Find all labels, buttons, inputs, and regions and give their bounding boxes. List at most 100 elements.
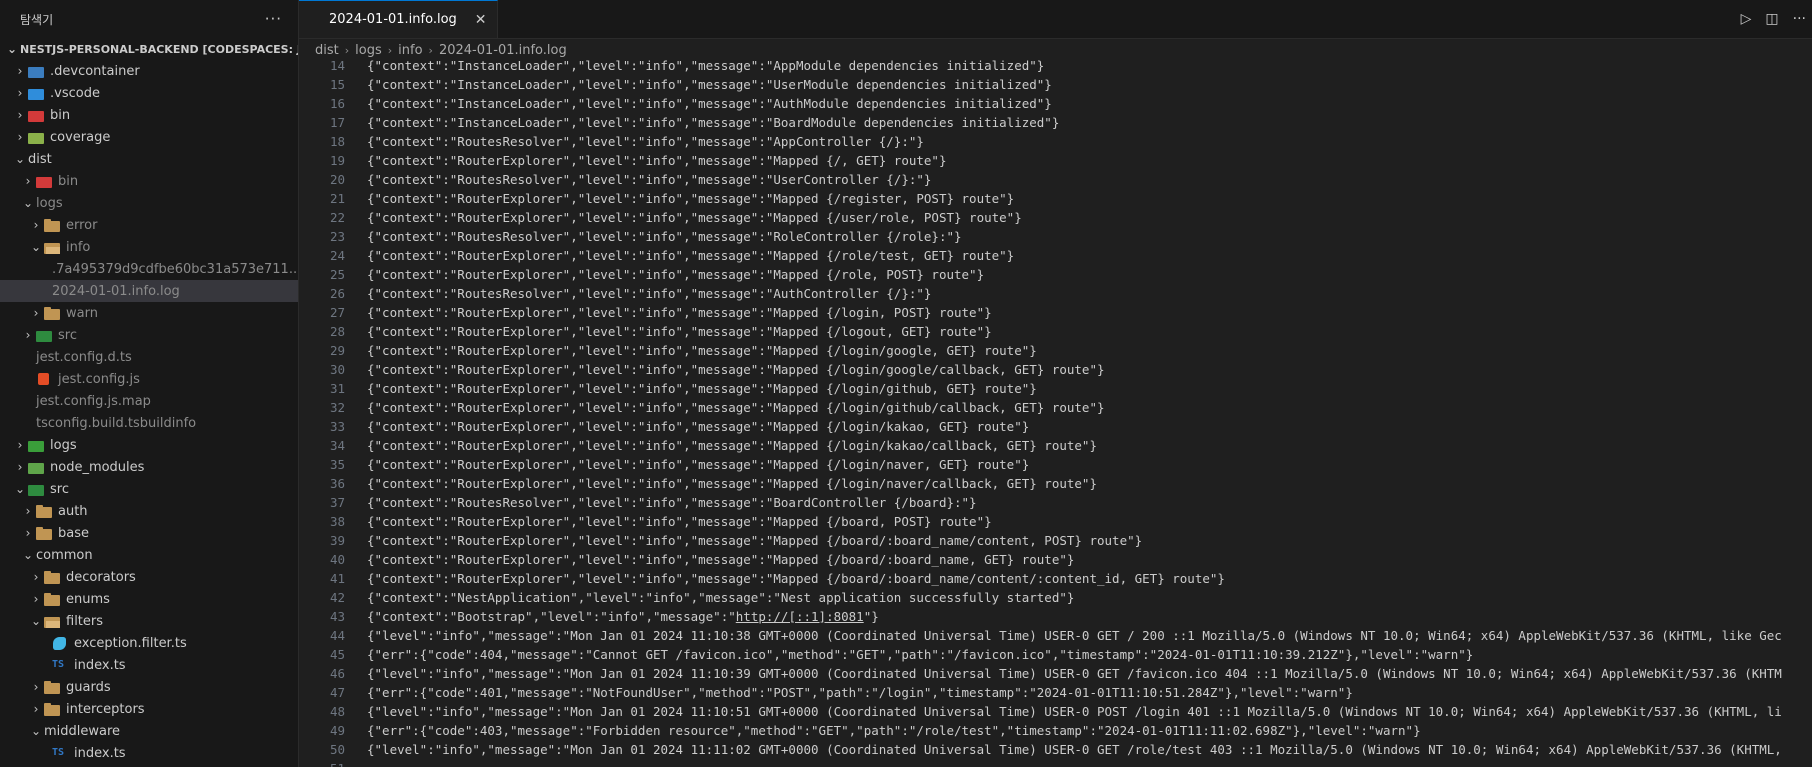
line-text: {"context":"RouterExplorer","level":"inf…	[345, 550, 1074, 569]
project-root[interactable]: ⌄ NESTJS-PERSONAL-BACKEND [CODESPACES: J…	[0, 38, 298, 60]
code-line: 20 {"context":"RoutesResolver","level":"i…	[299, 170, 1812, 189]
ts-file-icon: TS	[52, 747, 65, 758]
line-text: {"context":"RouterExplorer","level":"inf…	[345, 417, 1029, 436]
line-number: 48	[329, 704, 345, 719]
tree-item[interactable]: › auth	[0, 500, 298, 522]
folder-icon	[44, 306, 60, 320]
tree-item[interactable]: › bin	[0, 104, 298, 126]
code-line: 50 {"level":"info","message":"Mon Jan 01 …	[299, 740, 1812, 759]
line-text-part: {"context":"NestApplication","level":"in…	[367, 590, 1075, 605]
split-editor-icon[interactable]: ◫	[1765, 11, 1778, 27]
tree-item[interactable]: ⌄ middleware	[0, 720, 298, 742]
tree-item-label: info	[66, 239, 91, 255]
line-number: 39	[329, 533, 345, 548]
tree-item[interactable]: › decorators	[0, 566, 298, 588]
tree-item[interactable]: ⌄ common	[0, 544, 298, 566]
line-number: 21	[329, 191, 345, 206]
line-text-part: {"context":"RoutesResolver","level":"inf…	[367, 134, 924, 149]
tree-item[interactable]: › warn	[0, 302, 298, 324]
tree-item[interactable]: › interceptors	[0, 698, 298, 720]
tree-item[interactable]: ⌄ filters	[0, 610, 298, 632]
chevron-right-icon: ›	[33, 570, 39, 584]
line-number: 32	[329, 400, 345, 415]
tree-item[interactable]: › error	[0, 214, 298, 236]
tree-item[interactable]: TS index.ts	[0, 654, 298, 676]
tree-item-label: enums	[66, 591, 110, 607]
run-icon[interactable]: ▷	[1741, 11, 1752, 27]
tree-item-label: filters	[66, 613, 104, 629]
chevron-down-icon: ⌄	[14, 152, 26, 166]
tree-item[interactable]: jest.config.d.ts	[0, 346, 298, 368]
line-text: {"context":"Bootstrap","level":"info","m…	[345, 607, 879, 626]
tree-item[interactable]: jest.config.js	[0, 368, 298, 390]
chevron-right-icon: ›	[33, 702, 39, 716]
tree-item-label: src	[58, 327, 77, 343]
editor-area: 2024-01-01.info.log ✕ ▷ ◫ ··· dist › log…	[299, 0, 1812, 767]
vsc-icon	[28, 86, 44, 100]
tree-item-label: .devcontainer	[50, 63, 140, 79]
tree-item[interactable]: tsconfig.build.tsbuildinfo	[0, 412, 298, 434]
chevron-right-icon: ›	[25, 526, 31, 540]
tree-item[interactable]: ⌄ logs	[0, 192, 298, 214]
chevron-right-icon: ›	[25, 328, 31, 342]
line-number: 46	[329, 666, 345, 681]
tree-item[interactable]: › node_modules	[0, 456, 298, 478]
more-actions-icon[interactable]: ···	[265, 10, 282, 28]
chevron-right-icon: ›	[17, 130, 23, 144]
tree-item[interactable]: jest.config.js.map	[0, 390, 298, 412]
line-number: 42	[329, 590, 345, 605]
code-line: 16 {"context":"InstanceLoader","level":"i…	[299, 94, 1812, 113]
line-text: {"context":"RouterExplorer","level":"inf…	[345, 341, 1037, 360]
line-text-part: {"context":"RoutesResolver","level":"inf…	[367, 172, 932, 187]
tree-item[interactable]: › guards	[0, 676, 298, 698]
line-text-part: {"context":"RouterExplorer","level":"inf…	[367, 438, 1097, 453]
line-text-part: {"context":"RouterExplorer","level":"inf…	[367, 153, 947, 168]
chevron-right-icon: ›	[17, 108, 23, 122]
tree-item[interactable]: ⌄ dist	[0, 148, 298, 170]
tree-item[interactable]: › .devcontainer	[0, 60, 298, 82]
tree-item[interactable]: ⌄ info	[0, 236, 298, 258]
code-line: 41 {"context":"RouterExplorer","level":"i…	[299, 569, 1812, 588]
tree-item[interactable]: exception.filter.ts	[0, 632, 298, 654]
tab-info-log[interactable]: 2024-01-01.info.log ✕	[299, 0, 498, 38]
tree-item[interactable]: › .vscode	[0, 82, 298, 104]
chevron-right-icon: ›	[25, 504, 31, 518]
line-text-part: {"context":"RouterExplorer","level":"inf…	[367, 210, 1022, 225]
line-text-part: {"context":"RouterExplorer","level":"inf…	[367, 248, 1015, 263]
close-icon[interactable]: ✕	[475, 12, 487, 28]
line-text: {"context":"RouterExplorer","level":"inf…	[345, 322, 992, 341]
explorer-sidebar: 탐색기 ··· ⌄ NESTJS-PERSONAL-BACKEND [CODES…	[0, 0, 299, 767]
tree-item[interactable]: TS index.ts	[0, 742, 298, 764]
tree-item[interactable]: › base	[0, 522, 298, 544]
tab-bar: 2024-01-01.info.log ✕ ▷ ◫ ···	[299, 0, 1812, 39]
tree-item[interactable]: ⌄ src	[0, 478, 298, 500]
tree-item[interactable]: .7a495379d9cdfbe60bc31a573e711...	[0, 258, 298, 280]
code-line: 35 {"context":"RouterExplorer","level":"i…	[299, 455, 1812, 474]
code-line: 26 {"context":"RoutesResolver","level":"i…	[299, 284, 1812, 303]
line-text-part: {"context":"RouterExplorer","level":"inf…	[367, 457, 1030, 472]
line-text: {"context":"RouterExplorer","level":"inf…	[345, 436, 1097, 455]
line-text: {"level":"info","message":"Mon Jan 01 20…	[345, 664, 1782, 683]
more-actions-icon[interactable]: ···	[1793, 11, 1806, 27]
line-text-part: {"context":"RouterExplorer","level":"inf…	[367, 419, 1030, 434]
code-line: 24 {"context":"RouterExplorer","level":"i…	[299, 246, 1812, 265]
url-link[interactable]: http://[::1]:8081	[736, 609, 864, 624]
chevron-down-icon: ⌄	[30, 240, 42, 254]
tree-item[interactable]: › coverage	[0, 126, 298, 148]
tree-item[interactable]: › enums	[0, 588, 298, 610]
tree-item[interactable]: › logs	[0, 434, 298, 456]
tree-item[interactable]: 2024-01-01.info.log	[0, 280, 298, 302]
line-text-part: {"context":"RouterExplorer","level":"inf…	[367, 362, 1105, 377]
chevron-down-icon: ⌄	[30, 614, 42, 628]
code-line: 23 {"context":"RoutesResolver","level":"i…	[299, 227, 1812, 246]
tree-item[interactable]: › bin	[0, 170, 298, 192]
chevron-right-icon: ›	[25, 174, 31, 188]
line-number: 17	[329, 115, 345, 130]
tree-item[interactable]: › src	[0, 324, 298, 346]
chevron-right-icon: ›	[33, 306, 39, 320]
line-text: {"context":"RoutesResolver","level":"inf…	[345, 170, 931, 189]
ex-file-icon	[52, 636, 68, 650]
code-view[interactable]: 14 {"context":"InstanceLoader","level":"i…	[299, 56, 1812, 767]
code-line: 29 {"context":"RouterExplorer","level":"i…	[299, 341, 1812, 360]
line-number: 33	[329, 419, 345, 434]
